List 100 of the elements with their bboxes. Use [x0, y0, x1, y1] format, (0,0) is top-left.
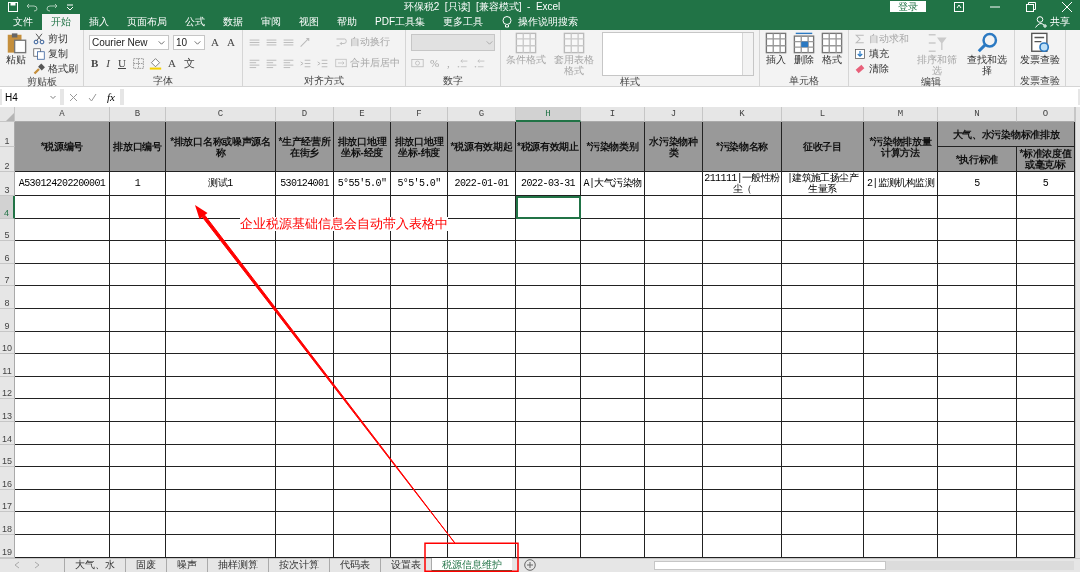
ribbon-tab[interactable]: 审阅 [252, 14, 290, 30]
column-header[interactable]: G [448, 107, 516, 122]
row-header[interactable]: 2 [0, 147, 15, 172]
sheet-tab[interactable]: 税源信息维护 [431, 558, 512, 572]
row-header[interactable]: 13 [0, 399, 15, 422]
table-cell [645, 263, 703, 287]
ribbon-tab[interactable]: 开始 [42, 14, 80, 30]
format-button[interactable]: U [116, 57, 128, 69]
row-header[interactable]: 8 [0, 286, 15, 309]
login-button[interactable]: 登录 [890, 1, 926, 12]
column-header[interactable]: C [166, 107, 276, 122]
ribbon-button[interactable]: 查找和选择 [964, 32, 1009, 76]
check-icon[interactable] [88, 92, 97, 102]
undo-icon[interactable] [26, 1, 38, 12]
sheet-tab[interactable]: 固废 [125, 558, 166, 572]
row-header[interactable]: 17 [0, 489, 15, 513]
paint-bucket-icon[interactable] [148, 56, 162, 70]
row-header[interactable]: 9 [0, 308, 15, 332]
ribbon-button[interactable]: 复制 [33, 47, 68, 61]
font-size-field[interactable]: 10 [173, 34, 205, 50]
row-header[interactable]: 10 [0, 331, 15, 355]
add-sheet-icon[interactable] [524, 559, 536, 572]
format-button[interactable]: A [165, 57, 178, 69]
ribbon-button[interactable]: 格式刷 [33, 62, 78, 76]
ribbon-button[interactable]: 粘贴 [5, 32, 27, 65]
ribbon-display-icon[interactable] [954, 1, 964, 12]
ribbon-button[interactable]: 格式 [820, 32, 843, 65]
row-header[interactable]: 18 [0, 512, 15, 535]
column-header[interactable]: E [334, 107, 391, 122]
column-header[interactable]: F [391, 107, 448, 122]
sheet-tab[interactable]: 大气、水 [64, 558, 125, 572]
vertical-scrollbar[interactable] [1075, 107, 1080, 558]
column-header[interactable]: L [782, 107, 864, 122]
cancel-icon[interactable] [69, 92, 78, 102]
selected-cell[interactable] [516, 196, 581, 219]
row-header[interactable]: 3 [0, 172, 15, 196]
row-header[interactable]: 1 [0, 122, 15, 147]
ribbon-tab[interactable]: 公式 [176, 14, 214, 30]
sheet-tab[interactable]: 代码表 [329, 558, 380, 572]
ribbon-tab[interactable]: 更多工具 [434, 14, 492, 30]
name-box[interactable]: H4 [2, 89, 60, 105]
border-icon[interactable] [131, 56, 145, 70]
ribbon-button[interactable]: 插入 [764, 32, 787, 65]
table-cell [581, 286, 645, 309]
ribbon-button[interactable]: 删除 [792, 32, 815, 65]
restore-icon[interactable] [1026, 1, 1036, 12]
format-button[interactable]: I [104, 57, 112, 69]
ribbon-tab[interactable]: 帮助 [328, 14, 366, 30]
column-header[interactable]: M [864, 107, 938, 122]
row-header[interactable]: 16 [0, 467, 15, 490]
ribbon-button[interactable]: 剪切 [33, 32, 68, 46]
next-sheet-icon[interactable] [34, 561, 40, 570]
column-header[interactable]: I [581, 107, 645, 122]
format-button[interactable]: 文 [181, 55, 197, 71]
row-header[interactable]: 12 [0, 376, 15, 400]
formula-input[interactable] [124, 89, 1078, 105]
column-header[interactable]: N [938, 107, 1017, 122]
row-header[interactable]: 5 [0, 218, 15, 242]
close-icon[interactable] [1062, 1, 1072, 12]
sheet-tab[interactable]: 抽样测算 [207, 558, 268, 572]
row-header[interactable]: 7 [0, 263, 15, 287]
style-gallery[interactable] [601, 32, 754, 76]
select-all-corner[interactable] [0, 107, 15, 122]
ribbon-tab[interactable]: 插入 [80, 14, 118, 30]
format-button[interactable]: B [89, 57, 101, 69]
ribbon-button[interactable]: 填充 [853, 47, 889, 61]
row-header[interactable]: 19 [0, 534, 15, 558]
ribbon-tab[interactable]: 数据 [214, 14, 252, 30]
row-header[interactable]: 4 [0, 196, 15, 219]
ribbon-tab[interactable]: PDF工具集 [366, 14, 434, 30]
customize-caret-icon[interactable] [66, 2, 74, 11]
tell-me-search[interactable]: 操作说明搜索 [518, 15, 578, 29]
save-icon[interactable] [8, 1, 18, 12]
font-name-field[interactable]: Courier New [89, 34, 169, 50]
previous-sheet-icon[interactable] [14, 561, 20, 570]
column-header[interactable]: O [1017, 107, 1075, 122]
redo-icon[interactable] [46, 1, 58, 12]
insert-function-button[interactable]: fx [107, 91, 115, 103]
horizontal-scrollbar[interactable] [654, 560, 1074, 570]
row-header[interactable]: 14 [0, 421, 15, 445]
ribbon-tab[interactable]: 页面布局 [118, 14, 176, 30]
table-cell [516, 512, 581, 535]
row-header[interactable]: 11 [0, 354, 15, 377]
column-header[interactable]: K [703, 107, 782, 122]
row-header[interactable]: 15 [0, 444, 15, 468]
column-header[interactable]: J [645, 107, 703, 122]
sheet-tab[interactable]: 按次计算 [268, 558, 329, 572]
column-header[interactable]: D [276, 107, 334, 122]
ribbon-button[interactable]: 清除 [853, 62, 889, 76]
row-header[interactable]: 6 [0, 241, 15, 264]
share-button[interactable]: 共享 [1050, 15, 1070, 29]
ribbon-tab[interactable]: 视图 [290, 14, 328, 30]
format-button[interactable]: A [224, 36, 237, 48]
column-header[interactable]: A [15, 107, 110, 122]
ribbon-tab[interactable]: 文件 [4, 14, 42, 30]
column-header[interactable]: B [110, 107, 166, 122]
format-button[interactable]: A [209, 36, 221, 48]
ribbon-button[interactable]: 发票查验 [1019, 32, 1060, 65]
column-header[interactable]: H [516, 107, 581, 122]
sheet-tab[interactable]: 噪声 [166, 558, 207, 572]
